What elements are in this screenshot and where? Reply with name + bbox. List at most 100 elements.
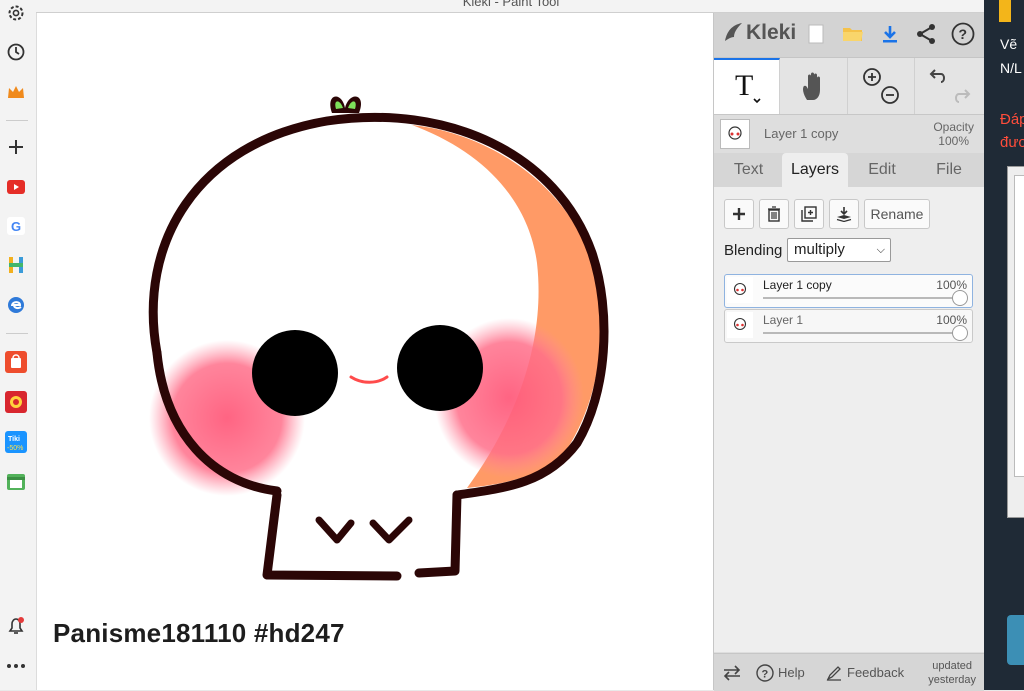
- layer-name: Layer 1: [763, 313, 804, 327]
- page-button[interactable]: [1007, 615, 1024, 665]
- tab-text[interactable]: Text: [716, 153, 781, 187]
- delete-layer-button[interactable]: [759, 199, 789, 229]
- kleki-panel: Kleki ? T Layer 1 copy Opacity 100% Text…: [713, 13, 984, 691]
- svg-text:?: ?: [762, 668, 769, 680]
- kleki-logo-text: Kleki: [746, 21, 797, 44]
- window-titlebar: Kleki - Paint Tool: [36, 0, 986, 13]
- panel-top-bar: Kleki ?: [714, 13, 984, 58]
- browser-sidebar: G Tiki -50%: [0, 0, 37, 690]
- duplicate-layer-button[interactable]: [794, 199, 824, 229]
- page-text-line: đươ: [1000, 134, 1024, 151]
- help-label: Help: [778, 665, 805, 680]
- embedded-frame: [1007, 166, 1024, 518]
- chevron-down-icon: ⌵: [876, 244, 885, 256]
- open-folder-icon[interactable]: [840, 21, 866, 47]
- tab-edit[interactable]: Edit: [849, 153, 915, 187]
- svg-text:-50%: -50%: [7, 445, 23, 452]
- signature-text: Panisme181110 #hd247: [53, 618, 345, 648]
- crown-icon[interactable]: [4, 80, 28, 104]
- zoom-in-out-icon[interactable]: [859, 64, 903, 108]
- layer-opacity-track: [763, 332, 962, 334]
- history-icon[interactable]: [4, 40, 28, 64]
- layer-name: Layer 1 copy: [763, 278, 832, 292]
- svg-text:T: T: [735, 69, 753, 102]
- blending-select[interactable]: multiply ⌵: [787, 238, 891, 262]
- layer-opacity-slider[interactable]: [952, 290, 968, 306]
- text-tool-button[interactable]: T: [714, 58, 780, 114]
- google-icon[interactable]: G: [4, 214, 28, 238]
- duplicate-icon: [801, 206, 817, 222]
- opacity-value: 100%: [938, 134, 969, 148]
- shopee-icon[interactable]: [4, 350, 28, 374]
- kleki-logo-icon: [725, 23, 742, 41]
- add-icon[interactable]: [4, 135, 28, 159]
- layer-thumbnail: [727, 277, 753, 303]
- more-dots-icon[interactable]: [4, 654, 28, 678]
- drawing-canvas[interactable]: Panisme181110 #hd247: [37, 13, 713, 690]
- feedback-pen-icon: [826, 665, 841, 681]
- sale-app-icon[interactable]: [4, 390, 28, 414]
- rename-layer-button[interactable]: Rename: [864, 199, 930, 229]
- new-file-icon[interactable]: [803, 21, 829, 47]
- updated-line2: yesterday: [928, 674, 976, 686]
- hand-tool-button[interactable]: [781, 58, 848, 114]
- opacity-label: Opacity: [933, 120, 974, 134]
- current-layer-thumbnail: [720, 119, 750, 149]
- trash-icon: [768, 206, 780, 222]
- layer-item[interactable]: Layer 1 copy 100%: [724, 274, 973, 308]
- help-circle-icon: ?: [756, 663, 774, 682]
- layers-panel: Rename Blending multiply ⌵ Layer 1 copy …: [714, 187, 984, 652]
- panel-bottom-bar: ? Help Feedback updated yesterday: [714, 653, 984, 691]
- undo-redo-icon[interactable]: [927, 64, 973, 108]
- merge-down-icon: [836, 207, 852, 222]
- panel-tabs: Text Layers Edit File: [714, 153, 984, 187]
- bell-notification-icon[interactable]: [4, 614, 28, 638]
- blending-value: multiply: [794, 241, 845, 258]
- edge-icon[interactable]: [4, 293, 28, 317]
- tab-layers[interactable]: Layers: [782, 153, 848, 187]
- layer-opacity-slider[interactable]: [952, 325, 968, 341]
- swap-side-button[interactable]: [722, 654, 742, 691]
- youtube-icon[interactable]: [4, 175, 28, 199]
- updated-note[interactable]: updated yesterday: [928, 659, 976, 687]
- help-question-icon[interactable]: ?: [950, 21, 976, 47]
- page-text-line: N/L: [1000, 60, 1022, 76]
- text-tool-icon: T: [735, 69, 761, 104]
- page-text-line: Đáp: [1000, 111, 1024, 128]
- feedback-label: Feedback: [847, 665, 905, 680]
- hand-icon: [803, 72, 820, 100]
- kleki-logo: Kleki: [722, 21, 796, 45]
- svg-text:?: ?: [959, 26, 968, 42]
- zoom-buttons: [848, 58, 915, 114]
- tool-row: T: [714, 58, 984, 115]
- current-layer-name: Layer 1 copy: [764, 126, 839, 141]
- page-text-line: Vẽ: [1000, 36, 1018, 52]
- layer-thumbnail: [727, 312, 753, 338]
- site-logo: [999, 0, 1011, 22]
- svg-text:G: G: [11, 219, 21, 234]
- swap-arrows-icon: [723, 664, 741, 681]
- layer-item[interactable]: Layer 1 100%: [724, 309, 973, 343]
- undo-redo-buttons: [915, 58, 984, 114]
- opacity-display[interactable]: Opacity 100%: [933, 120, 974, 148]
- svg-text:Tiki: Tiki: [8, 436, 20, 443]
- settings-gear-icon[interactable]: [4, 1, 28, 25]
- tab-file[interactable]: File: [916, 153, 982, 187]
- share-icon[interactable]: [913, 21, 939, 47]
- plus-icon: [733, 208, 745, 220]
- add-layer-button[interactable]: [724, 199, 754, 229]
- blending-label: Blending: [724, 242, 783, 259]
- ghost-drawing: [148, 96, 609, 581]
- window-title: Kleki - Paint Tool: [462, 0, 560, 9]
- download-icon[interactable]: [877, 21, 903, 47]
- h-app-icon[interactable]: [4, 253, 28, 277]
- help-button[interactable]: ? Help: [756, 654, 805, 691]
- store-icon[interactable]: [4, 470, 28, 494]
- merge-down-button[interactable]: [829, 199, 859, 229]
- background-webpage: Vẽ N/L Đáp đươ: [984, 0, 1024, 690]
- current-layer-row: Layer 1 copy Opacity 100%: [714, 115, 984, 153]
- feedback-button[interactable]: Feedback: [826, 654, 904, 691]
- updated-line1: updated: [932, 660, 973, 672]
- tiki-icon[interactable]: Tiki -50%: [4, 430, 28, 454]
- layer-opacity-track: [763, 297, 962, 299]
